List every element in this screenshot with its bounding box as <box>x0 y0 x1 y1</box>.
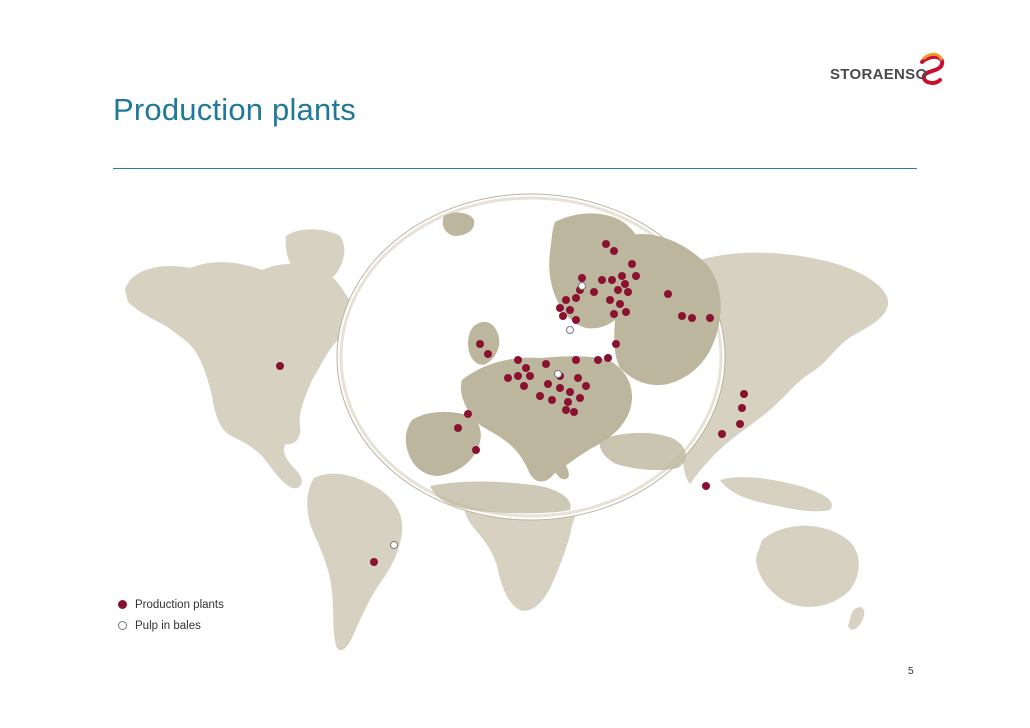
page-number: 5 <box>908 666 914 677</box>
legend-label-pulp: Pulp in bales <box>135 619 201 632</box>
legend-label-production: Production plants <box>135 598 224 611</box>
slide: Production plants STORAENSO Production p… <box>0 0 1030 728</box>
legend-item-pulp: Pulp in bales <box>118 615 224 636</box>
landmass-south-america <box>307 473 403 651</box>
landmass-southeast-asia <box>720 477 832 512</box>
legend-item-production: Production plants <box>118 594 224 615</box>
landmass-australia <box>756 525 859 607</box>
filled-circle-marker-icon <box>118 600 127 609</box>
landmass-north-america <box>125 262 354 489</box>
landmass-new-zealand <box>848 607 865 630</box>
map-legend: Production plants Pulp in bales <box>118 594 224 636</box>
hollow-circle-marker-icon <box>118 621 127 630</box>
